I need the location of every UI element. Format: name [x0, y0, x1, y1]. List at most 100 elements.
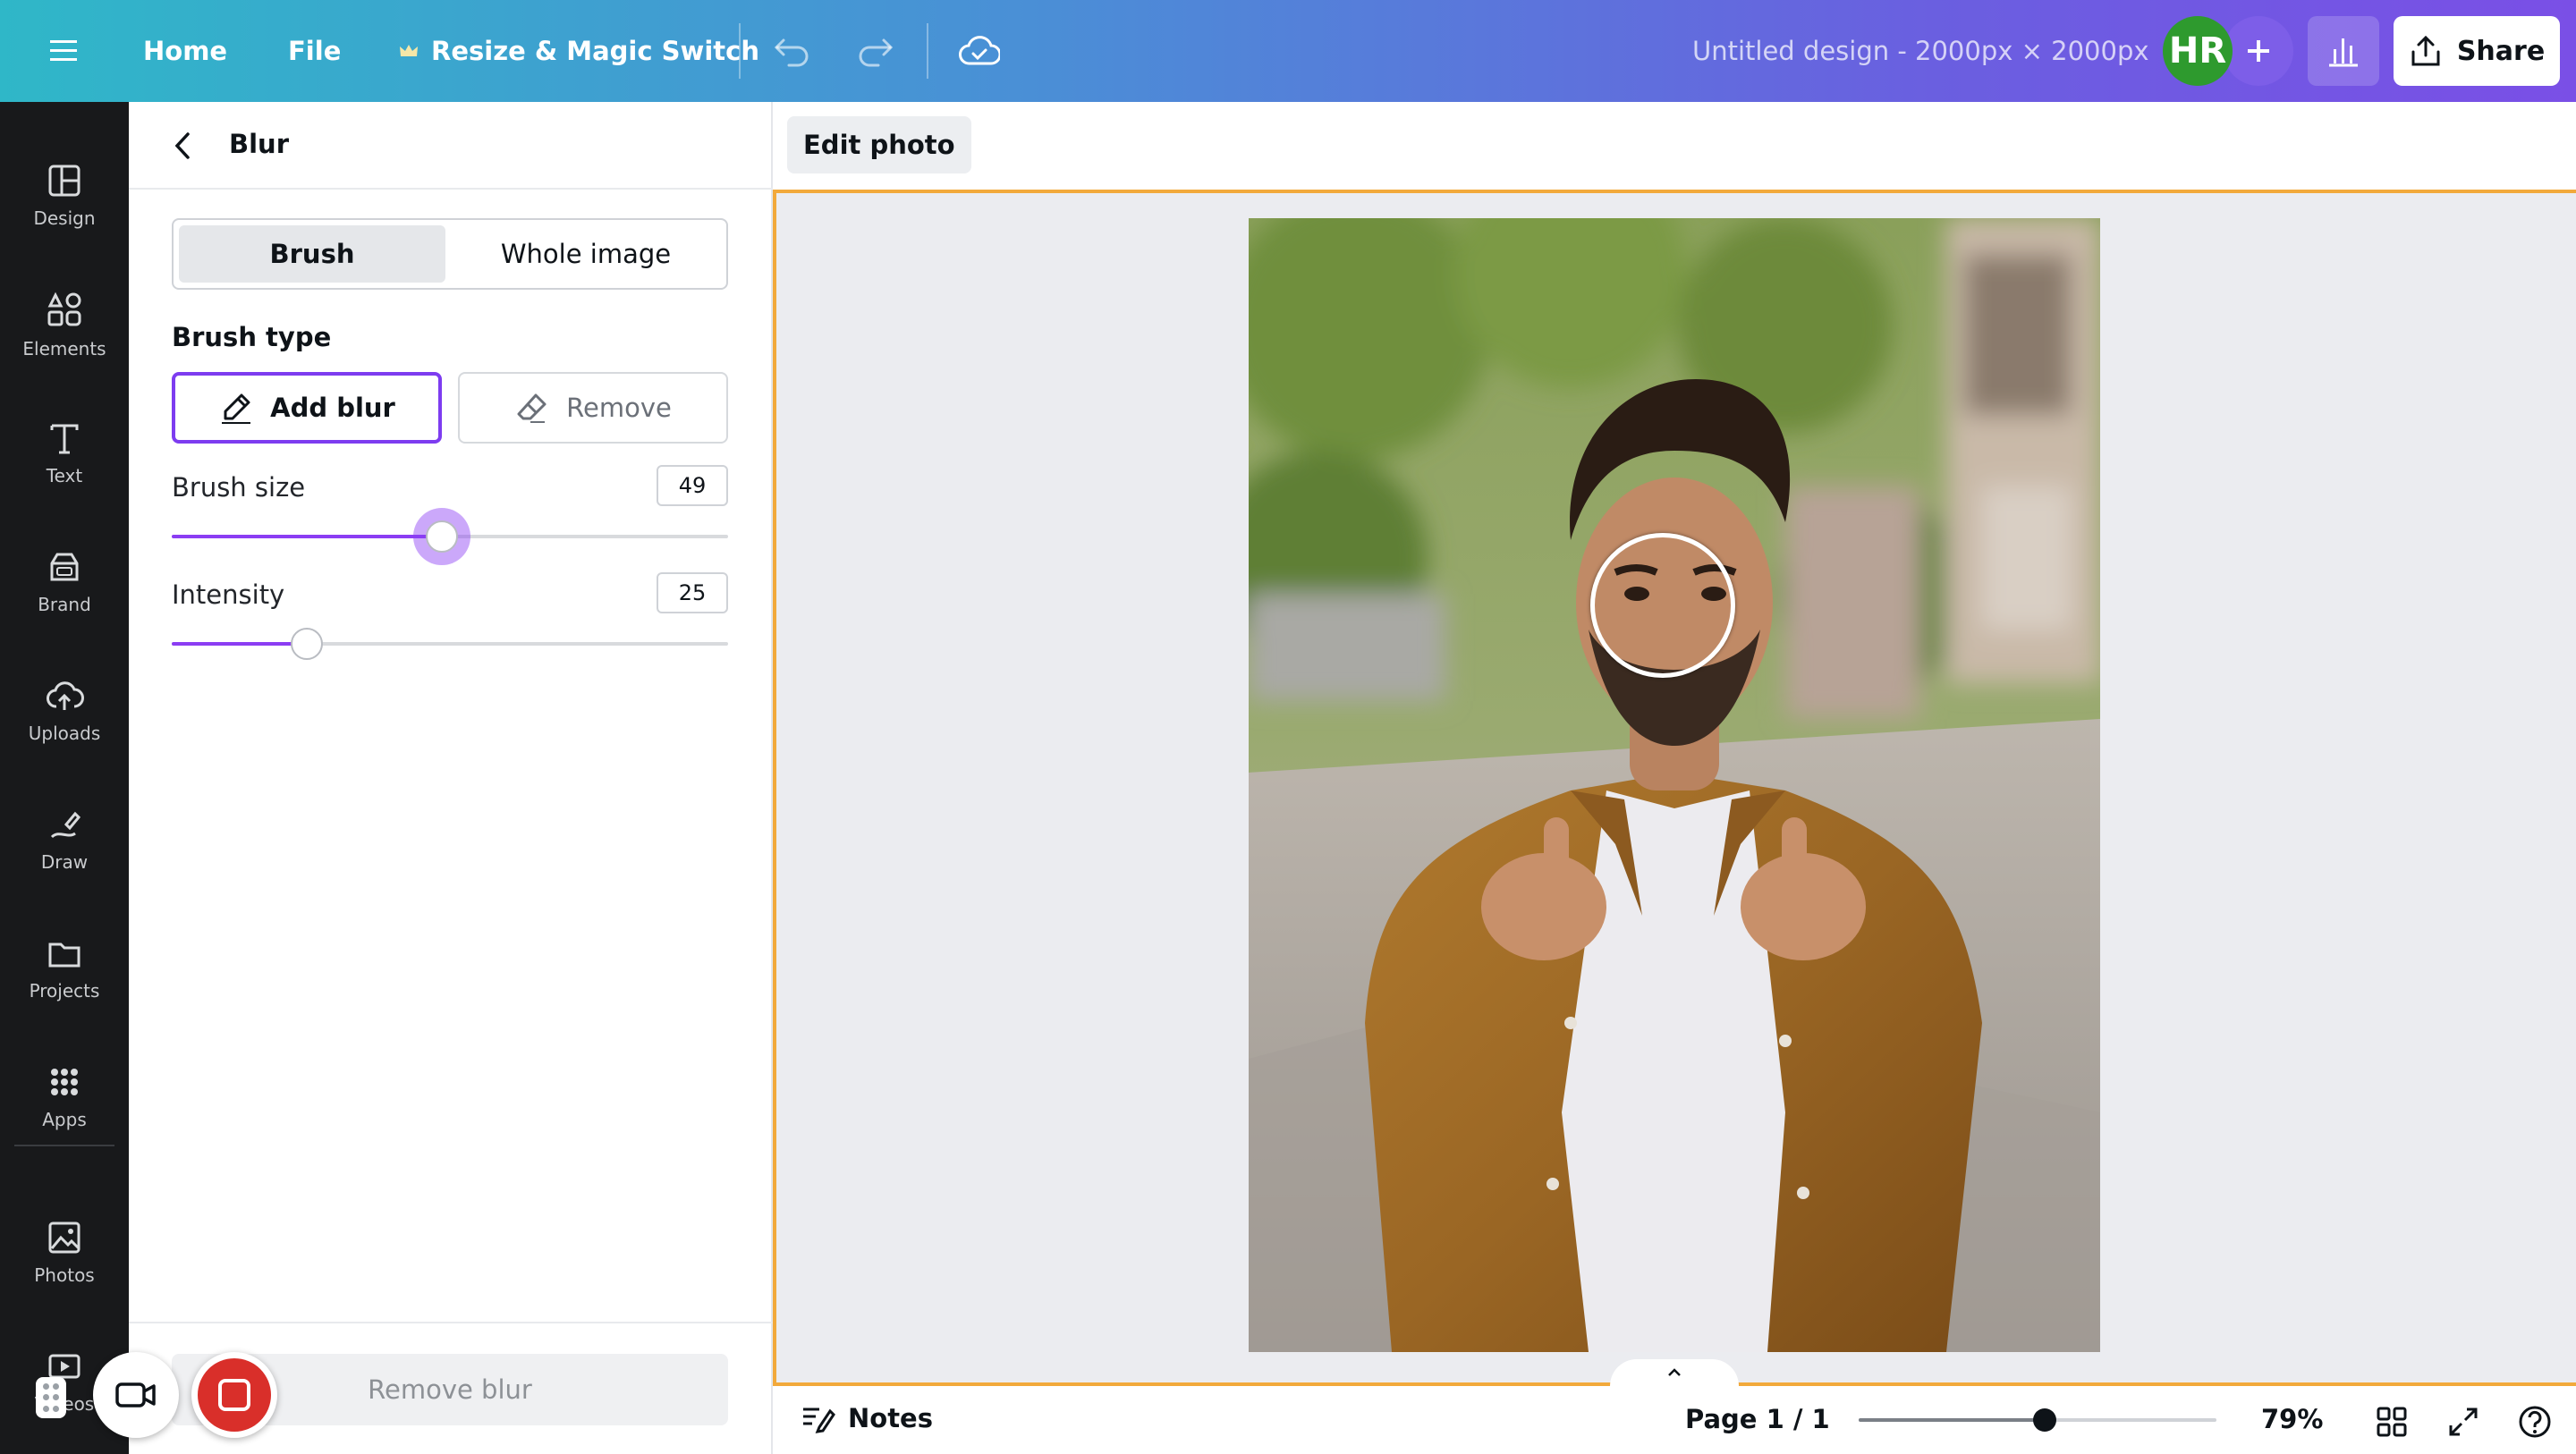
brush-icon [222, 393, 251, 424]
intensity-slider[interactable] [172, 628, 728, 660]
insights-button[interactable] [2308, 16, 2379, 86]
rail-item-design[interactable]: Design [0, 138, 129, 254]
save-status-button[interactable] [959, 0, 1000, 102]
tab-whole-image[interactable]: Whole image [451, 225, 721, 283]
panel-footer-divider [129, 1322, 773, 1323]
left-rail: Design Elements Text Brand Uploads Draw … [0, 102, 129, 1454]
elements-icon [47, 292, 81, 326]
folder-icon [48, 943, 80, 968]
rail-item-apps[interactable]: Apps [0, 1039, 129, 1155]
draw-icon [50, 811, 81, 839]
brush-type-label: Brush type [172, 322, 332, 352]
apps-icon [51, 1069, 78, 1095]
help-button[interactable] [2515, 1402, 2555, 1441]
rail-item-photos[interactable]: Photos [0, 1195, 129, 1311]
intensity-input[interactable]: 25 [657, 572, 728, 613]
zoom-thumb[interactable] [2033, 1408, 2056, 1432]
bottom-bar: Notes Page 1 / 1 79% [773, 1386, 2576, 1454]
rail-item-draw[interactable]: Draw [0, 782, 129, 898]
undo-button[interactable] [773, 0, 812, 102]
record-icon [198, 1358, 271, 1432]
blur-panel: Blur Brush Whole image Brush type Add bl… [129, 102, 773, 1454]
zoom-fill [1859, 1418, 2045, 1422]
video-camera-icon [115, 1382, 156, 1408]
main-menu-button[interactable] [48, 0, 79, 102]
rail-item-label: Photos [34, 1264, 95, 1286]
help-icon [2519, 1406, 2551, 1438]
zoom-slider[interactable] [1859, 1408, 2216, 1432]
rail-divider [14, 1145, 114, 1146]
divider [927, 23, 928, 79]
slider-thumb[interactable] [290, 628, 323, 660]
avatar[interactable]: HR [2163, 16, 2233, 86]
rail-item-label: Apps [42, 1109, 87, 1130]
design-photo[interactable] [1249, 218, 2100, 1352]
add-blur-label: Add blur [270, 393, 395, 423]
top-bar: Home File Resize & Magic Switch Untitled… [0, 0, 2576, 102]
back-button[interactable] [163, 125, 204, 166]
design-title[interactable]: Untitled design - 2000px × 2000px [1692, 0, 2149, 102]
rail-item-label: Elements [22, 338, 106, 359]
notes-button[interactable]: Notes [800, 1402, 933, 1434]
share-button[interactable]: Share [2394, 16, 2560, 86]
brand-icon [50, 553, 79, 581]
panel-header: Blur [129, 102, 773, 190]
context-toolbar: Edit photo [773, 102, 2576, 190]
redo-button[interactable] [855, 0, 894, 102]
cloud-check-icon [959, 36, 1000, 65]
brush-size-label: Brush size [172, 472, 306, 503]
design-icon [48, 165, 80, 197]
rail-item-label: Uploads [28, 723, 101, 744]
text-icon [50, 424, 79, 454]
file-menu-button[interactable]: File [288, 0, 341, 102]
intensity-label: Intensity [172, 579, 285, 610]
crown-icon [400, 45, 418, 56]
zoom-level[interactable]: 79% [2261, 1404, 2323, 1434]
share-icon [2411, 35, 2440, 66]
resize-button[interactable]: Resize & Magic Switch [399, 0, 759, 102]
rail-item-label: Text [46, 465, 83, 486]
uploads-icon [47, 681, 84, 710]
camera-button[interactable] [93, 1352, 179, 1438]
expand-icon [2449, 1408, 2478, 1436]
rail-item-brand[interactable]: Brand [0, 524, 129, 640]
home-button[interactable]: Home [143, 0, 227, 102]
blur-mode-toggle: Brush Whole image [172, 218, 728, 290]
remove-brush-button[interactable]: Remove [458, 372, 728, 444]
rail-item-label: Draw [40, 851, 89, 873]
brush-cursor [1590, 533, 1735, 678]
rail-item-label: Brand [38, 594, 91, 615]
photo-image [1249, 218, 2100, 1352]
slider-thumb[interactable] [425, 520, 458, 553]
drag-handle[interactable] [36, 1377, 66, 1418]
chevron-left-icon [174, 132, 190, 159]
add-collaborator-button[interactable] [2224, 16, 2293, 86]
share-label: Share [2456, 35, 2546, 67]
redo-icon [859, 38, 894, 67]
slider-fill [172, 642, 307, 646]
rail-item-text[interactable]: Text [0, 395, 129, 511]
undo-icon [774, 38, 809, 67]
eraser-icon [517, 393, 547, 423]
grid-view-icon [2377, 1407, 2407, 1437]
slider-fill [172, 535, 442, 538]
page-indicator[interactable]: Page 1 / 1 [1685, 1404, 1830, 1434]
brush-size-input[interactable]: 49 [657, 465, 728, 506]
hamburger-icon [50, 40, 77, 61]
rail-item-label: Projects [29, 980, 100, 1002]
notes-label: Notes [848, 1403, 933, 1433]
tab-brush[interactable]: Brush [179, 225, 445, 283]
rail-item-projects[interactable]: Projects [0, 910, 129, 1027]
photos-icon [48, 1222, 80, 1254]
divider [739, 23, 741, 79]
rail-item-uploads[interactable]: Uploads [0, 653, 129, 769]
edit-photo-button[interactable]: Edit photo [787, 116, 971, 173]
record-button[interactable] [191, 1352, 277, 1438]
rail-item-elements[interactable]: Elements [0, 266, 129, 383]
add-blur-button[interactable]: Add blur [172, 372, 442, 444]
fullscreen-button[interactable] [2444, 1402, 2483, 1441]
show-pages-button[interactable] [1610, 1359, 1739, 1386]
plus-icon [2248, 40, 2269, 62]
grid-view-button[interactable] [2372, 1402, 2411, 1441]
brush-size-slider[interactable] [172, 508, 728, 565]
